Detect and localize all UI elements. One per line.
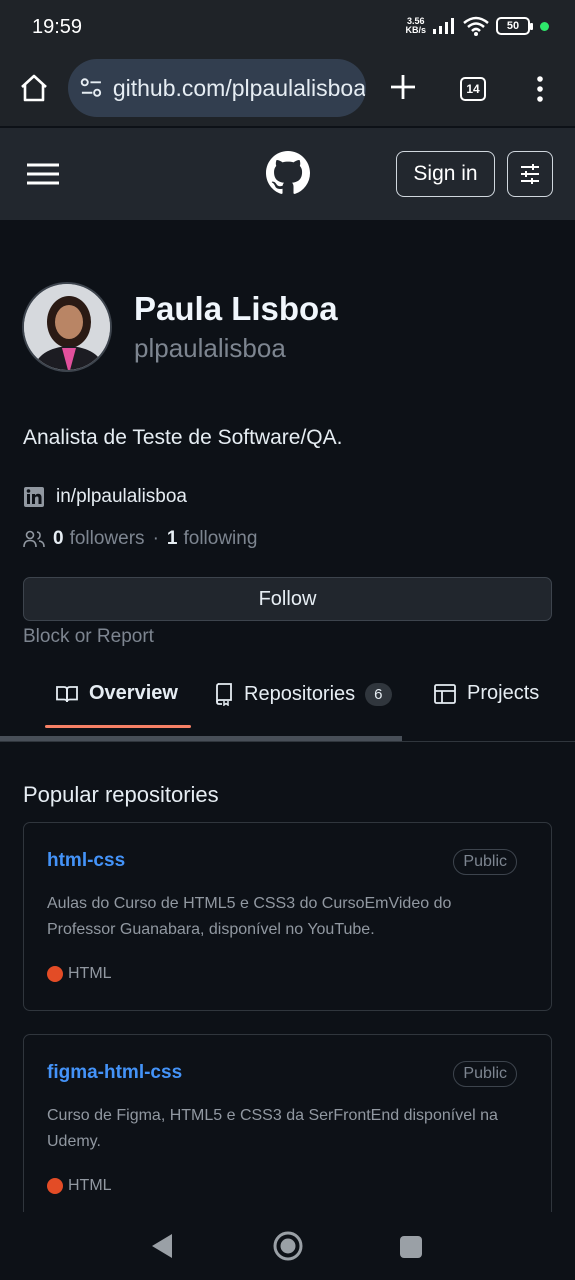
- repo-icon: [216, 683, 232, 706]
- tab-overview-label: Overview: [89, 682, 178, 704]
- back-icon[interactable]: [150, 1232, 174, 1260]
- battery-indicator: 50: [496, 17, 533, 35]
- privacy-dot-icon: [540, 21, 549, 31]
- tabs-divider: [0, 741, 575, 742]
- new-tab-icon[interactable]: [388, 72, 418, 102]
- hamburger-menu-icon[interactable]: [26, 162, 60, 186]
- browser-toolbar: github.com/plpaulalisboa 14: [0, 56, 575, 126]
- home-nav-icon[interactable]: [272, 1230, 304, 1262]
- linkedin-handle[interactable]: in/plpaulalisboa: [56, 486, 187, 508]
- follow-button[interactable]: Follow: [23, 577, 552, 621]
- repo-description: Aulas do Curso de HTML5 e CSS3 do CursoE…: [47, 895, 452, 938]
- repo-description: Curso de Figma, HTML5 e CSS3 da SerFront…: [47, 1107, 498, 1150]
- popular-repositories-heading: Popular repositories: [23, 782, 219, 807]
- network-speed: 3.56 KB/s: [405, 16, 426, 35]
- tab-repositories[interactable]: Repositories 6: [214, 682, 392, 706]
- language-label: HTML: [68, 965, 112, 982]
- github-header: Sign in: [0, 128, 575, 220]
- followers-label[interactable]: followers: [70, 528, 145, 550]
- tab-switcher-button[interactable]: 14: [460, 77, 486, 101]
- language-label: HTML: [68, 1177, 112, 1194]
- repo-name-link[interactable]: html-css: [47, 850, 125, 872]
- avatar-photo: [24, 284, 110, 370]
- github-logo-icon[interactable]: [266, 151, 310, 195]
- following-count[interactable]: 1: [167, 528, 178, 550]
- repo-language: HTML: [47, 1177, 112, 1195]
- tab-projects[interactable]: Projects: [433, 682, 539, 705]
- sliders-icon: [521, 164, 539, 184]
- active-tab-indicator: [45, 725, 191, 728]
- people-icon: [23, 530, 45, 548]
- status-time: 19:59: [32, 16, 83, 38]
- separator: ·: [152, 528, 159, 549]
- following-label[interactable]: following: [183, 528, 257, 550]
- follow-stats: 0 followers · 1 following: [23, 528, 257, 550]
- tab-repositories-label: Repositories: [244, 682, 356, 705]
- address-bar[interactable]: github.com/plpaulalisboa: [68, 59, 366, 117]
- repo-language: HTML: [47, 965, 112, 983]
- url-text[interactable]: github.com/plpaulalisboa: [113, 75, 366, 102]
- linkedin-icon: [24, 487, 44, 507]
- recent-apps-icon[interactable]: [400, 1236, 422, 1258]
- profile-name: Paula Lisboa: [134, 290, 338, 327]
- visibility-badge: Public: [453, 849, 517, 875]
- repositories-count-badge: 6: [365, 682, 392, 706]
- tab-overview[interactable]: Overview: [55, 682, 178, 705]
- settings-button[interactable]: [507, 151, 553, 197]
- repo-card: figma-html-css Public Curso de Figma, HT…: [23, 1034, 552, 1223]
- system-navigation-bar: [0, 1212, 575, 1280]
- wifi-icon: [463, 16, 489, 36]
- more-options-icon[interactable]: [530, 74, 550, 104]
- sign-in-button[interactable]: Sign in: [396, 151, 495, 197]
- tab-projects-label: Projects: [467, 682, 540, 704]
- signal-icon: [433, 18, 454, 34]
- profile-username: plpaulalisboa: [134, 333, 286, 363]
- book-icon: [56, 685, 78, 702]
- table-icon: [434, 683, 456, 704]
- repo-card: html-css Public Aulas do Curso de HTML5 …: [23, 822, 552, 1011]
- visibility-badge: Public: [453, 1061, 517, 1087]
- linkedin-link[interactable]: in/plpaulalisboa: [23, 486, 187, 508]
- home-icon[interactable]: [18, 72, 50, 104]
- followers-count[interactable]: 0: [53, 528, 64, 550]
- block-or-report-link[interactable]: Block or Report: [23, 626, 154, 648]
- language-color-dot: [47, 1178, 63, 1194]
- avatar[interactable]: [22, 282, 112, 372]
- status-icons: 3.56 KB/s 50: [405, 16, 549, 36]
- status-bar: 19:59 3.56 KB/s 50: [0, 0, 575, 56]
- language-color-dot: [47, 966, 63, 982]
- profile-bio: Analista de Teste de Software/QA.: [23, 426, 343, 449]
- repo-name-link[interactable]: figma-html-css: [47, 1062, 182, 1084]
- profile-tabs: Overview Repositories 6 Projects: [0, 672, 575, 742]
- site-settings-icon[interactable]: [80, 77, 103, 99]
